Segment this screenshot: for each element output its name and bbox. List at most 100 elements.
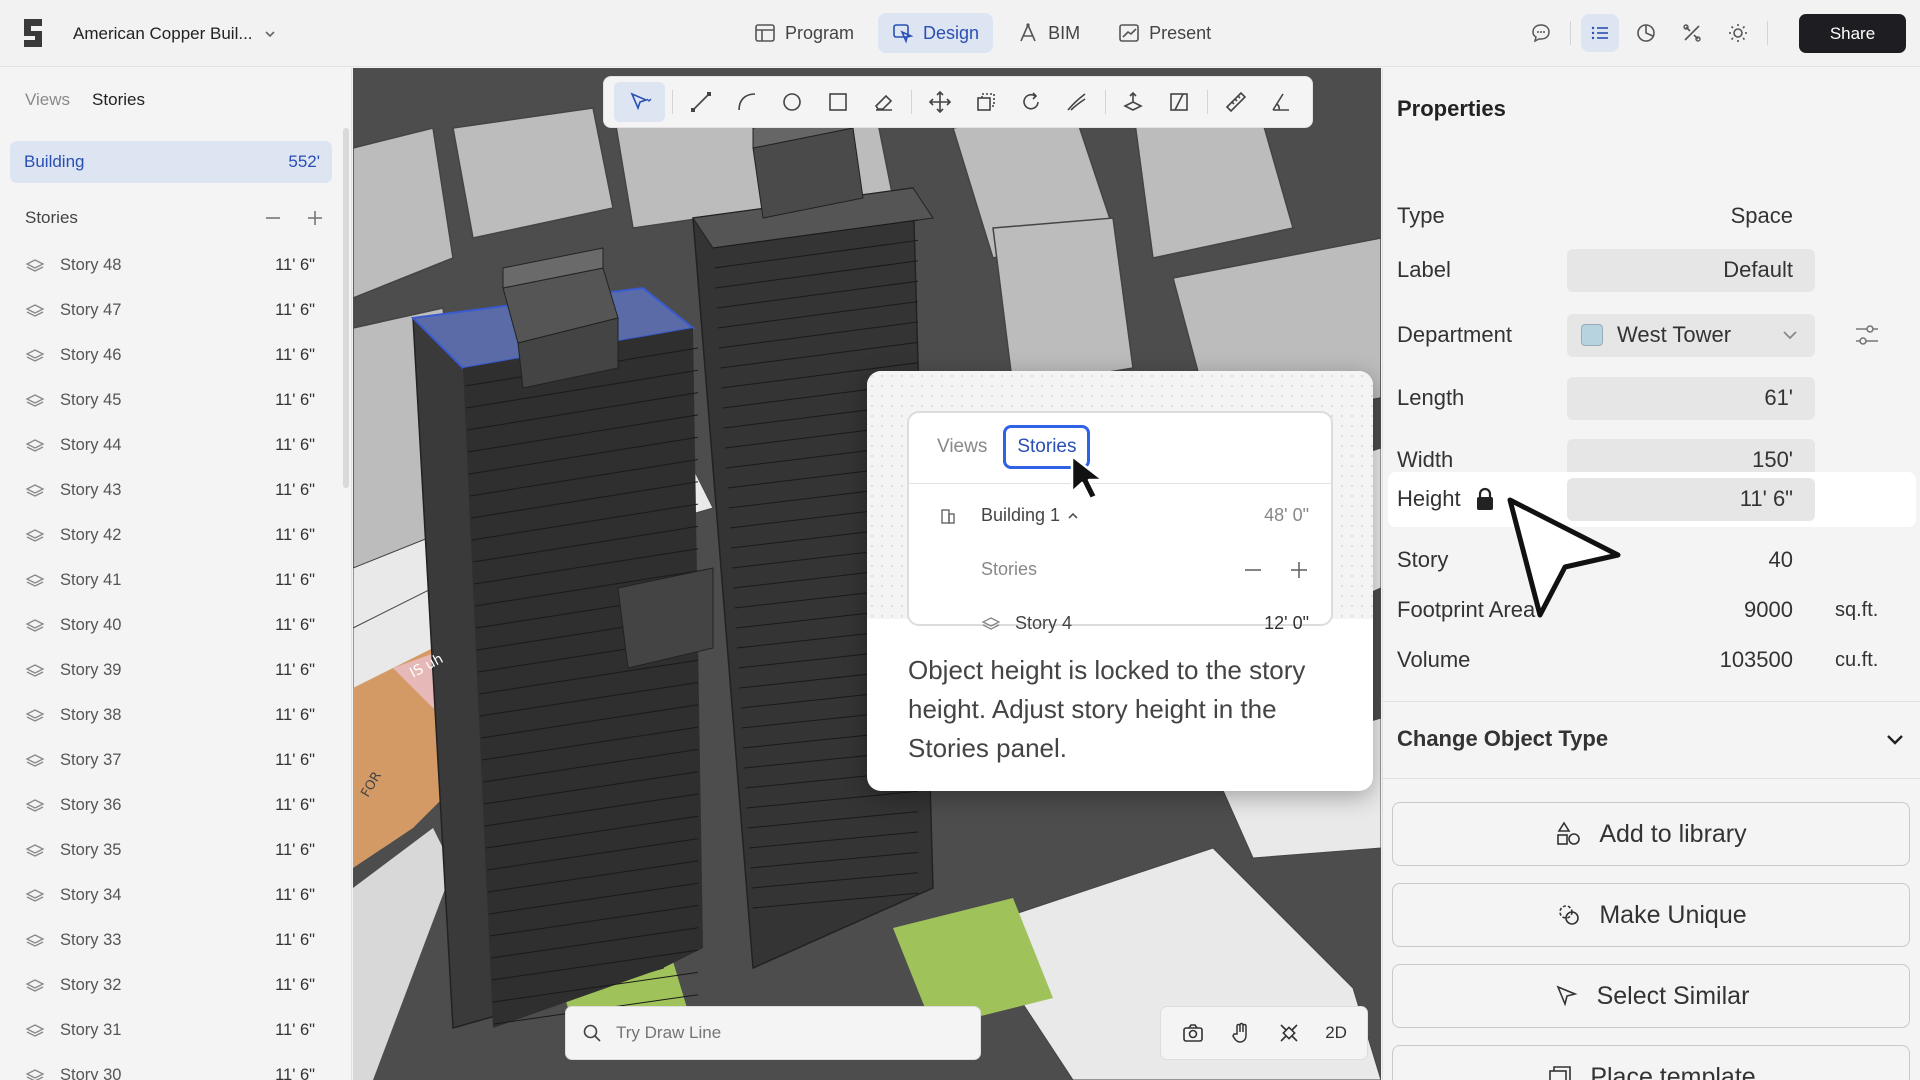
building-height: 552' xyxy=(288,152,320,171)
mode-present[interactable]: Present xyxy=(1104,13,1225,53)
copy-tool[interactable] xyxy=(965,82,1007,122)
department-dropdown[interactable]: West Tower xyxy=(1567,313,1815,357)
hand-icon[interactable] xyxy=(1229,1021,1253,1045)
extrude-tool[interactable] xyxy=(1113,82,1155,122)
divider xyxy=(909,483,1331,484)
story-row[interactable]: Story 38 11' 6" xyxy=(0,693,340,738)
share-button[interactable]: Share xyxy=(1799,14,1906,53)
story-list: Story 48 11' 6" Story 47 11' 6" Story 46 11' … xyxy=(0,243,340,1080)
move-tool[interactable] xyxy=(919,82,961,122)
story-row[interactable]: Story 31 11' 6" xyxy=(0,1008,340,1053)
line-tool[interactable] xyxy=(680,82,722,122)
rectangle-icon xyxy=(829,93,847,111)
circle-icon xyxy=(783,93,802,111)
mode-label: BIM xyxy=(1048,22,1081,43)
sidebar-tabs: Views Stories xyxy=(25,90,145,110)
make-unique-button[interactable]: Make Unique xyxy=(1392,883,1910,947)
tools-icon xyxy=(1683,24,1701,42)
volume-unit: cu.ft. xyxy=(1835,648,1879,671)
length-field[interactable]: 61' xyxy=(1567,376,1815,420)
tab-stories[interactable]: Stories xyxy=(92,90,145,110)
search-input[interactable] xyxy=(616,1023,936,1043)
lock-icon[interactable] xyxy=(1475,487,1495,511)
layers-icon xyxy=(25,663,45,677)
tab-views[interactable]: Views xyxy=(25,90,70,110)
fit-view-icon[interactable] xyxy=(1277,1021,1301,1045)
camera-icon[interactable] xyxy=(1181,1021,1205,1045)
offset-tool[interactable] xyxy=(1056,82,1098,122)
story-row[interactable]: Story 33 11' 6" xyxy=(0,918,340,963)
properties-panel-button[interactable] xyxy=(1581,14,1619,52)
app-logo-icon[interactable] xyxy=(20,17,46,49)
extrude-icon xyxy=(1123,91,1144,111)
tools-button[interactable] xyxy=(1673,14,1711,52)
split-icon xyxy=(1170,93,1188,111)
story-row[interactable]: Story 39 11' 6" xyxy=(0,648,340,693)
sidebar-scrollbar[interactable] xyxy=(343,128,349,488)
sun-button[interactable] xyxy=(1719,14,1757,52)
plus-icon xyxy=(1291,561,1307,578)
eraser-tool[interactable] xyxy=(863,82,905,122)
layers-icon xyxy=(25,258,45,272)
measure-tool[interactable] xyxy=(1215,82,1257,122)
mode-program[interactable]: Program xyxy=(740,13,868,53)
sliders-icon[interactable] xyxy=(1853,321,1881,349)
view-mode-toggle[interactable]: 2D xyxy=(1325,1023,1347,1043)
height-row: Height 11' 6" xyxy=(1397,475,1907,523)
story-height: 11' 6" xyxy=(275,616,315,634)
story-row[interactable]: Story 41 11' 6" xyxy=(0,558,340,603)
project-selector[interactable]: American Copper Buil... xyxy=(73,24,277,44)
story-row[interactable]: Story 34 11' 6" xyxy=(0,873,340,918)
story-row[interactable]: Story 43 11' 6" xyxy=(0,468,340,513)
story-name: Story 32 xyxy=(60,976,122,994)
story-row[interactable]: Story 32 11' 6" xyxy=(0,963,340,1008)
width-label: Width xyxy=(1397,447,1454,472)
divider xyxy=(1206,90,1208,114)
change-object-type-header[interactable]: Change Object Type xyxy=(1397,726,1907,752)
story-row[interactable]: Story 46 11' 6" xyxy=(0,333,340,378)
select-similar-button[interactable]: Select Similar xyxy=(1392,964,1910,1028)
preview-tab-views: Views xyxy=(937,436,988,457)
story-row[interactable]: Story 30 11' 6" xyxy=(0,1053,340,1080)
rectangle-tool[interactable] xyxy=(817,82,859,122)
label-field[interactable]: Default xyxy=(1567,248,1815,292)
add-to-library-button[interactable]: Add to library xyxy=(1392,802,1910,866)
divider xyxy=(1383,778,1920,779)
action-label: Place template xyxy=(1590,1062,1756,1080)
story-row[interactable]: Story 37 11' 6" xyxy=(0,738,340,783)
layers-icon xyxy=(25,483,45,497)
minus-icon[interactable] xyxy=(263,208,283,228)
story-row[interactable]: Story 47 11' 6" xyxy=(0,288,340,333)
story-name: Story 42 xyxy=(60,526,122,544)
story-row[interactable]: Story 44 11' 6" xyxy=(0,423,340,468)
mode-bim[interactable]: BIM xyxy=(1003,13,1094,53)
comments-button[interactable] xyxy=(1522,14,1560,52)
mode-design[interactable]: Design xyxy=(878,13,994,53)
mode-label: Present xyxy=(1149,22,1212,43)
story-row[interactable]: Story 35 11' 6" xyxy=(0,828,340,873)
rotate-tool[interactable] xyxy=(1011,82,1053,122)
story-row[interactable]: Story 42 11' 6" xyxy=(0,513,340,558)
3d-viewport[interactable]: IS uh FOR Views Stories Building 1 48' 0… xyxy=(353,68,1381,1080)
angle-tool[interactable] xyxy=(1260,82,1302,122)
type-row: Type Space xyxy=(1397,192,1907,240)
cursor-icon xyxy=(630,92,652,111)
command-search[interactable] xyxy=(565,1006,981,1060)
story-row[interactable]: Story 48 11' 6" xyxy=(0,243,340,288)
analytics-button[interactable] xyxy=(1627,14,1665,52)
rotate-icon xyxy=(1023,92,1040,110)
story-row[interactable]: Story 40 11' 6" xyxy=(0,603,340,648)
split-tool[interactable] xyxy=(1158,82,1200,122)
preview-building-row: Building 1 48' 0" xyxy=(939,505,1309,526)
story-name: Story 47 xyxy=(60,301,122,319)
story-row[interactable]: Story 36 11' 6" xyxy=(0,783,340,828)
building-row[interactable]: Building 552' xyxy=(10,141,332,183)
plus-icon[interactable] xyxy=(305,208,325,228)
place-template-button[interactable]: Place template xyxy=(1392,1045,1910,1080)
arc-tool[interactable] xyxy=(726,82,768,122)
story-row[interactable]: Story 45 11' 6" xyxy=(0,378,340,423)
layers-icon xyxy=(25,1023,45,1037)
mouse-cursor-icon xyxy=(1070,454,1105,501)
circle-tool[interactable] xyxy=(772,82,814,122)
select-tool[interactable] xyxy=(614,82,666,122)
